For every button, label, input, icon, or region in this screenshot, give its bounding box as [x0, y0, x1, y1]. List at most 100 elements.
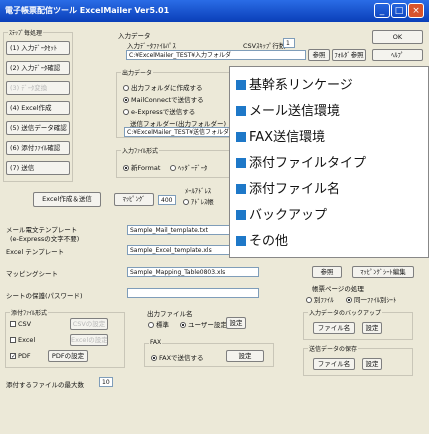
excel-settings-button[interactable]: Excelの設定 — [70, 334, 108, 346]
mapping-edit-button[interactable]: ﾏｯﾋﾟﾝｸﾞｼｰﾄ編集 — [352, 266, 414, 278]
mail-template-sublabel: (e-Expressの文字不要) — [10, 235, 80, 243]
attach-pdf-label: PDF — [18, 352, 31, 360]
output-opt-eexpress[interactable]: e-Expressで送信する — [123, 106, 195, 116]
overlay-item-label: 基幹系リンケージ — [249, 78, 353, 93]
page-opt-same[interactable]: 同一ﾌｧｲﾙ別ｼｰﾄ — [346, 294, 396, 304]
page-opt-same-label: 同一ﾌｧｲﾙ別ｼｰﾄ — [354, 296, 397, 304]
open-folder-button[interactable]: ﾌｫﾙﾀﾞ参照 — [332, 49, 366, 61]
overlay-item: 基幹系リンケージ — [236, 74, 353, 93]
mapping-sheet-field[interactable]: Sample_Mapping_Table0803.xls — [127, 267, 259, 277]
csv-skip-label: CSVｽｷｯﾌﾟ行数 — [243, 42, 286, 50]
output-opt-mailconnect[interactable]: MailConnectで送信する — [123, 94, 204, 104]
filename-opt-standard[interactable]: 標準 — [148, 319, 169, 329]
radio-icon — [306, 297, 312, 303]
output-filename-label: 出力ファイル名 — [147, 310, 193, 318]
step6-button[interactable]: (6) 添付ﾌｧｲﾙ確認 — [6, 141, 70, 155]
attach-excel-checkbox[interactable]: Excel — [10, 336, 35, 344]
input-backup-title: 入力データのバックアップ — [308, 308, 383, 317]
format-opt-header-label: ﾍｯﾀﾞｰﾃﾞｰﾀ — [178, 164, 208, 172]
checkbox-icon — [10, 321, 16, 327]
filename-opt-user[interactable]: ユーザー設定 — [180, 319, 227, 329]
overlay-item-label: FAX送信環境 — [249, 130, 326, 145]
checkbox-icon — [10, 337, 16, 343]
overlay-item-label: 添付ファイル名 — [249, 182, 341, 197]
save-filename-button[interactable]: ファイル名 — [313, 358, 355, 370]
max-files-label: 添付するファイルの最大数 — [6, 381, 84, 389]
save-send-title: 送信データの保存 — [308, 344, 359, 353]
mapping-button[interactable]: ﾏｯﾋﾟﾝｸﾞ — [114, 193, 154, 206]
close-button[interactable]: × — [408, 3, 424, 18]
backup-filename-button[interactable]: ファイル名 — [313, 322, 355, 334]
address-book-label: ｱﾄﾞﾚｽ帳 — [191, 198, 214, 206]
step7-button[interactable]: (7) 送信 — [6, 161, 70, 175]
output-opt-eexpress-label: e-Expressで送信する — [131, 108, 196, 116]
send-folder-field[interactable]: C:¥ExcelMailer_TEST¥送信フォルダ — [124, 127, 230, 137]
radio-icon — [123, 109, 129, 115]
page-opt-separate[interactable]: 別ﾌｧｲﾙ — [306, 294, 334, 304]
ok-button[interactable]: OK — [372, 30, 423, 44]
sheet-protect-label: シートの保護(パスワード) — [6, 292, 83, 300]
square-bullet-icon — [236, 106, 246, 116]
output-opt-folder-label: 出力フォルダに作成する — [131, 84, 203, 92]
attach-csv-checkbox[interactable]: CSV — [10, 320, 31, 328]
excel-send-button[interactable]: Excel作成＆送信 — [33, 192, 101, 207]
overlay-item: 添付ファイルタイプ — [236, 152, 366, 171]
format-opt-new[interactable]: 新Format — [123, 162, 160, 172]
mapping-browse-button[interactable]: 参照 — [312, 266, 342, 278]
csv-skip-input[interactable]: 1 — [283, 38, 295, 48]
output-data-title: 出力データ — [121, 68, 154, 77]
window-title: 電子帳票配信ツール ExcelMailer Ver5.01 — [5, 6, 170, 15]
step4-button[interactable]: (4) Excel作成 — [6, 101, 70, 115]
attach-pdf-checkbox[interactable]: ✓ PDF — [10, 352, 31, 360]
overlay-item-label: メール送信環境 — [249, 104, 341, 119]
step1-button[interactable]: (1) 入力ﾃﾞｰﾀｾｯﾄ — [6, 41, 70, 55]
browse-input-button[interactable]: 参照 — [308, 49, 330, 61]
step2-button[interactable]: (2) 入力ﾃﾞｰﾀ確認 — [6, 61, 70, 75]
attach-csv-label: CSV — [18, 320, 32, 328]
sheet-protect-field[interactable] — [127, 288, 259, 298]
fax-send-label: FAXで送信する — [159, 354, 204, 362]
square-bullet-icon — [236, 80, 246, 90]
output-opt-mailconnect-label: MailConnectで送信する — [131, 96, 204, 104]
feature-list-overlay: 基幹系リンケージ メール送信環境 FAX送信環境 添付ファイルタイプ 添付ファイ… — [229, 66, 429, 258]
fax-title: FAX — [149, 339, 163, 346]
minimize-button[interactable]: _ — [374, 3, 390, 18]
format-opt-header[interactable]: ﾍｯﾀﾞｰﾃﾞｰﾀ — [170, 162, 207, 172]
filename-settings-button[interactable]: 設定 — [226, 317, 246, 329]
overlay-item: 添付ファイル名 — [236, 178, 340, 197]
square-bullet-icon — [236, 210, 246, 220]
radio-selected-icon — [151, 355, 157, 361]
overlay-item: メール送信環境 — [236, 100, 340, 119]
step3-button[interactable]: (3) ﾃﾞｰﾀ変換 — [6, 81, 70, 95]
fax-send-option[interactable]: FAXで送信する — [151, 352, 204, 362]
csv-settings-button[interactable]: CSVの設定 — [70, 318, 108, 330]
square-bullet-icon — [236, 184, 246, 194]
input-file-label: 入力ﾃﾞｰﾀﾌｧｲﾙﾊﾟｽ — [127, 42, 176, 50]
format-opt-new-label: 新Format — [131, 164, 161, 172]
maximize-button[interactable]: □ — [391, 3, 407, 18]
radio-selected-icon — [346, 297, 352, 303]
radio-icon — [183, 199, 189, 205]
app-window: 電子帳票配信ツール ExcelMailer Ver5.01 _ □ × ｽﾃｯﾌ… — [0, 0, 429, 434]
mail-address-label: ﾒｰﾙｱﾄﾞﾚｽ — [185, 187, 211, 195]
radio-icon — [170, 165, 176, 171]
mapping-number-field[interactable]: 400 — [158, 195, 176, 205]
max-files-input[interactable]: 10 — [99, 377, 113, 387]
step5-button[interactable]: (5) 送信データ確認 — [6, 121, 70, 135]
address-book-option[interactable]: ｱﾄﾞﾚｽ帳 — [183, 196, 214, 206]
filename-opt-user-label: ユーザー設定 — [188, 321, 227, 329]
radio-icon — [148, 322, 154, 328]
radio-selected-icon — [180, 322, 186, 328]
radio-selected-icon — [123, 165, 129, 171]
input-file-field[interactable]: C:¥ExcelMailer_TEST¥入力フォルダ — [126, 50, 306, 60]
fax-settings-button[interactable]: 設定 — [226, 350, 264, 362]
save-settings-button[interactable]: 設定 — [362, 358, 382, 370]
overlay-item-label: バックアップ — [249, 208, 328, 223]
pdf-settings-button[interactable]: PDFの設定 — [48, 350, 88, 362]
step-group-title: ｽﾃｯﾌﾟ毎処理 — [8, 28, 44, 37]
help-button[interactable]: ﾍﾙﾌﾟ — [372, 49, 423, 61]
output-opt-folder[interactable]: 出力フォルダに作成する — [123, 82, 203, 92]
backup-settings-button[interactable]: 設定 — [362, 322, 382, 334]
mapping-sheet-label: マッピングシート — [6, 270, 58, 278]
overlay-item: バックアップ — [236, 204, 327, 223]
